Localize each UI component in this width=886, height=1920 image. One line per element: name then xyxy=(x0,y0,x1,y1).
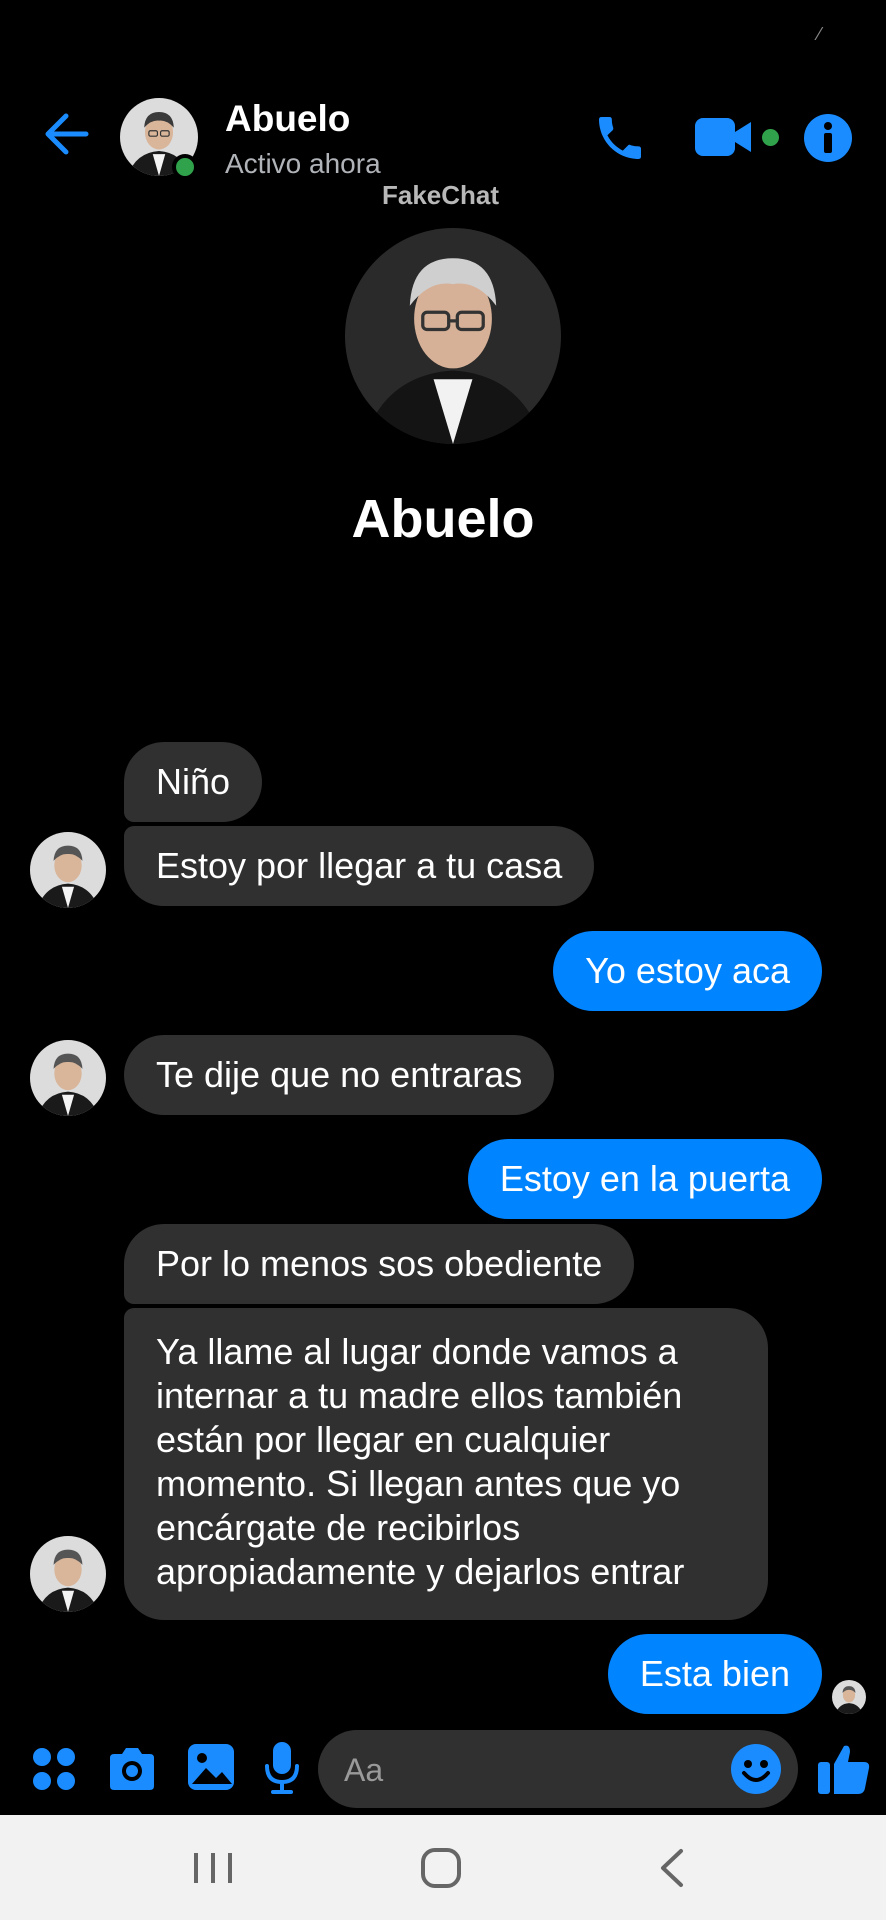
message-input[interactable] xyxy=(342,1730,726,1810)
home-icon[interactable] xyxy=(420,1847,462,1889)
watermark: FakeChat xyxy=(382,180,500,210)
profile-photo[interactable] xyxy=(345,228,561,444)
phone-icon[interactable] xyxy=(592,110,648,166)
incoming-message[interactable]: Estoy por llegar a tu casa xyxy=(124,826,595,906)
outgoing-message[interactable]: Yo estoy aca xyxy=(553,931,822,1011)
emoji-icon[interactable] xyxy=(730,1743,782,1795)
outgoing-message[interactable]: Esta bien xyxy=(607,1634,822,1714)
contact-message-avatar[interactable] xyxy=(30,832,106,908)
incoming-message[interactable]: Te dije que no entraras xyxy=(124,1035,555,1115)
status-bar-indicator: ⁄ xyxy=(818,24,822,44)
recent-apps-icon[interactable] xyxy=(190,1851,236,1885)
avatar-photo xyxy=(345,228,561,444)
video-camera-icon[interactable] xyxy=(695,114,753,160)
header-contact-name[interactable]: Abuelo xyxy=(225,98,350,140)
system-navigation-bar xyxy=(0,1815,886,1920)
contact-message-avatar[interactable] xyxy=(30,1040,106,1116)
online-indicator xyxy=(172,154,198,180)
thumbs-up-icon[interactable] xyxy=(816,1740,872,1796)
info-icon[interactable] xyxy=(803,113,853,163)
nav-back-icon[interactable] xyxy=(655,1847,689,1889)
camera-icon[interactable] xyxy=(106,1744,158,1794)
avatar-photo xyxy=(30,1536,106,1612)
message-composer[interactable] xyxy=(318,1730,798,1810)
avatar-photo xyxy=(30,1040,106,1116)
avatar-photo xyxy=(832,1680,866,1714)
back-arrow-icon[interactable] xyxy=(40,108,92,160)
gallery-icon[interactable] xyxy=(186,1742,236,1792)
seen-receipt-avatar xyxy=(832,1680,866,1714)
apps-icon[interactable] xyxy=(30,1745,78,1793)
contact-message-avatar[interactable] xyxy=(30,1536,106,1612)
header-status: Activo ahora xyxy=(225,148,381,179)
incoming-message[interactable]: Ya llame al lugar donde vamos a internar… xyxy=(124,1308,768,1620)
avatar-photo xyxy=(30,832,106,908)
video-online-dot xyxy=(762,129,779,146)
incoming-message[interactable]: Niño xyxy=(124,742,263,822)
microphone-icon[interactable] xyxy=(262,1740,302,1796)
incoming-message[interactable]: Por lo menos sos obediente xyxy=(124,1224,635,1304)
profile-name: Abuelo xyxy=(351,489,535,549)
outgoing-message[interactable]: Estoy en la puerta xyxy=(467,1139,822,1219)
